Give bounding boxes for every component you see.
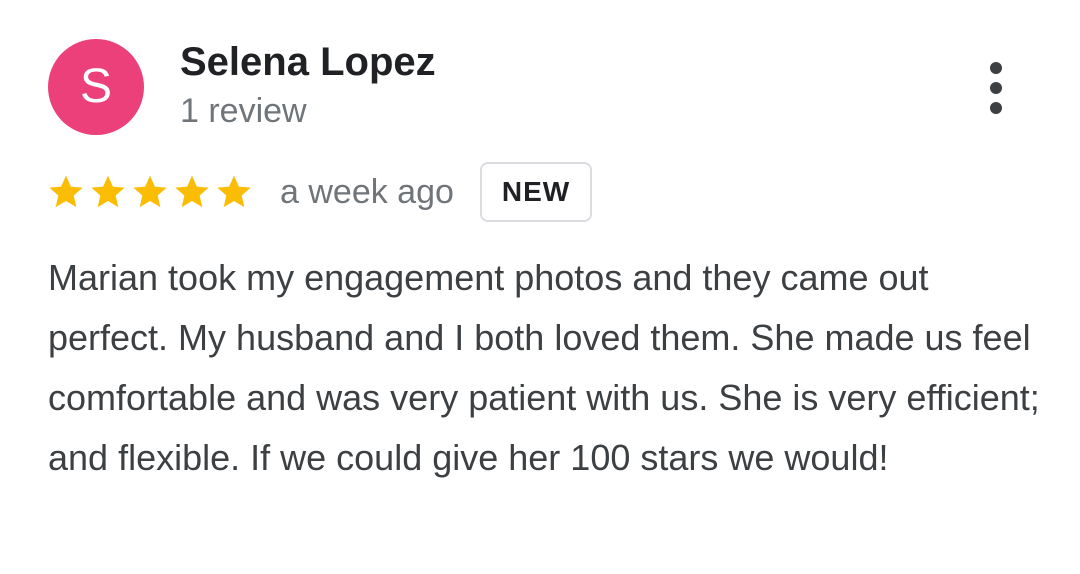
- rating-row: a week ago NEW: [46, 160, 593, 224]
- review-text: Marian took my engagement photos and the…: [48, 257, 1040, 478]
- more-vert-icon-dot: [990, 102, 1002, 114]
- more-vert-icon: [990, 62, 1002, 74]
- star-rating: [46, 172, 254, 212]
- review-count[interactable]: 1 review: [180, 90, 307, 132]
- star-icon: [49, 175, 83, 208]
- new-badge: NEW: [479, 162, 593, 222]
- star-icon: [91, 175, 125, 208]
- star-icon: [175, 175, 209, 208]
- more-vert-icon-dot: [990, 82, 1002, 94]
- star-icon: [217, 175, 251, 208]
- review-card: S Selena Lopez 1 review a week ago NEW M…: [0, 0, 1080, 574]
- star-icon: [133, 175, 167, 208]
- avatar[interactable]: S: [48, 39, 144, 135]
- reviewer-name[interactable]: Selena Lopez: [180, 38, 436, 86]
- review-date: a week ago: [280, 172, 454, 211]
- more-options-button[interactable]: [970, 56, 1022, 120]
